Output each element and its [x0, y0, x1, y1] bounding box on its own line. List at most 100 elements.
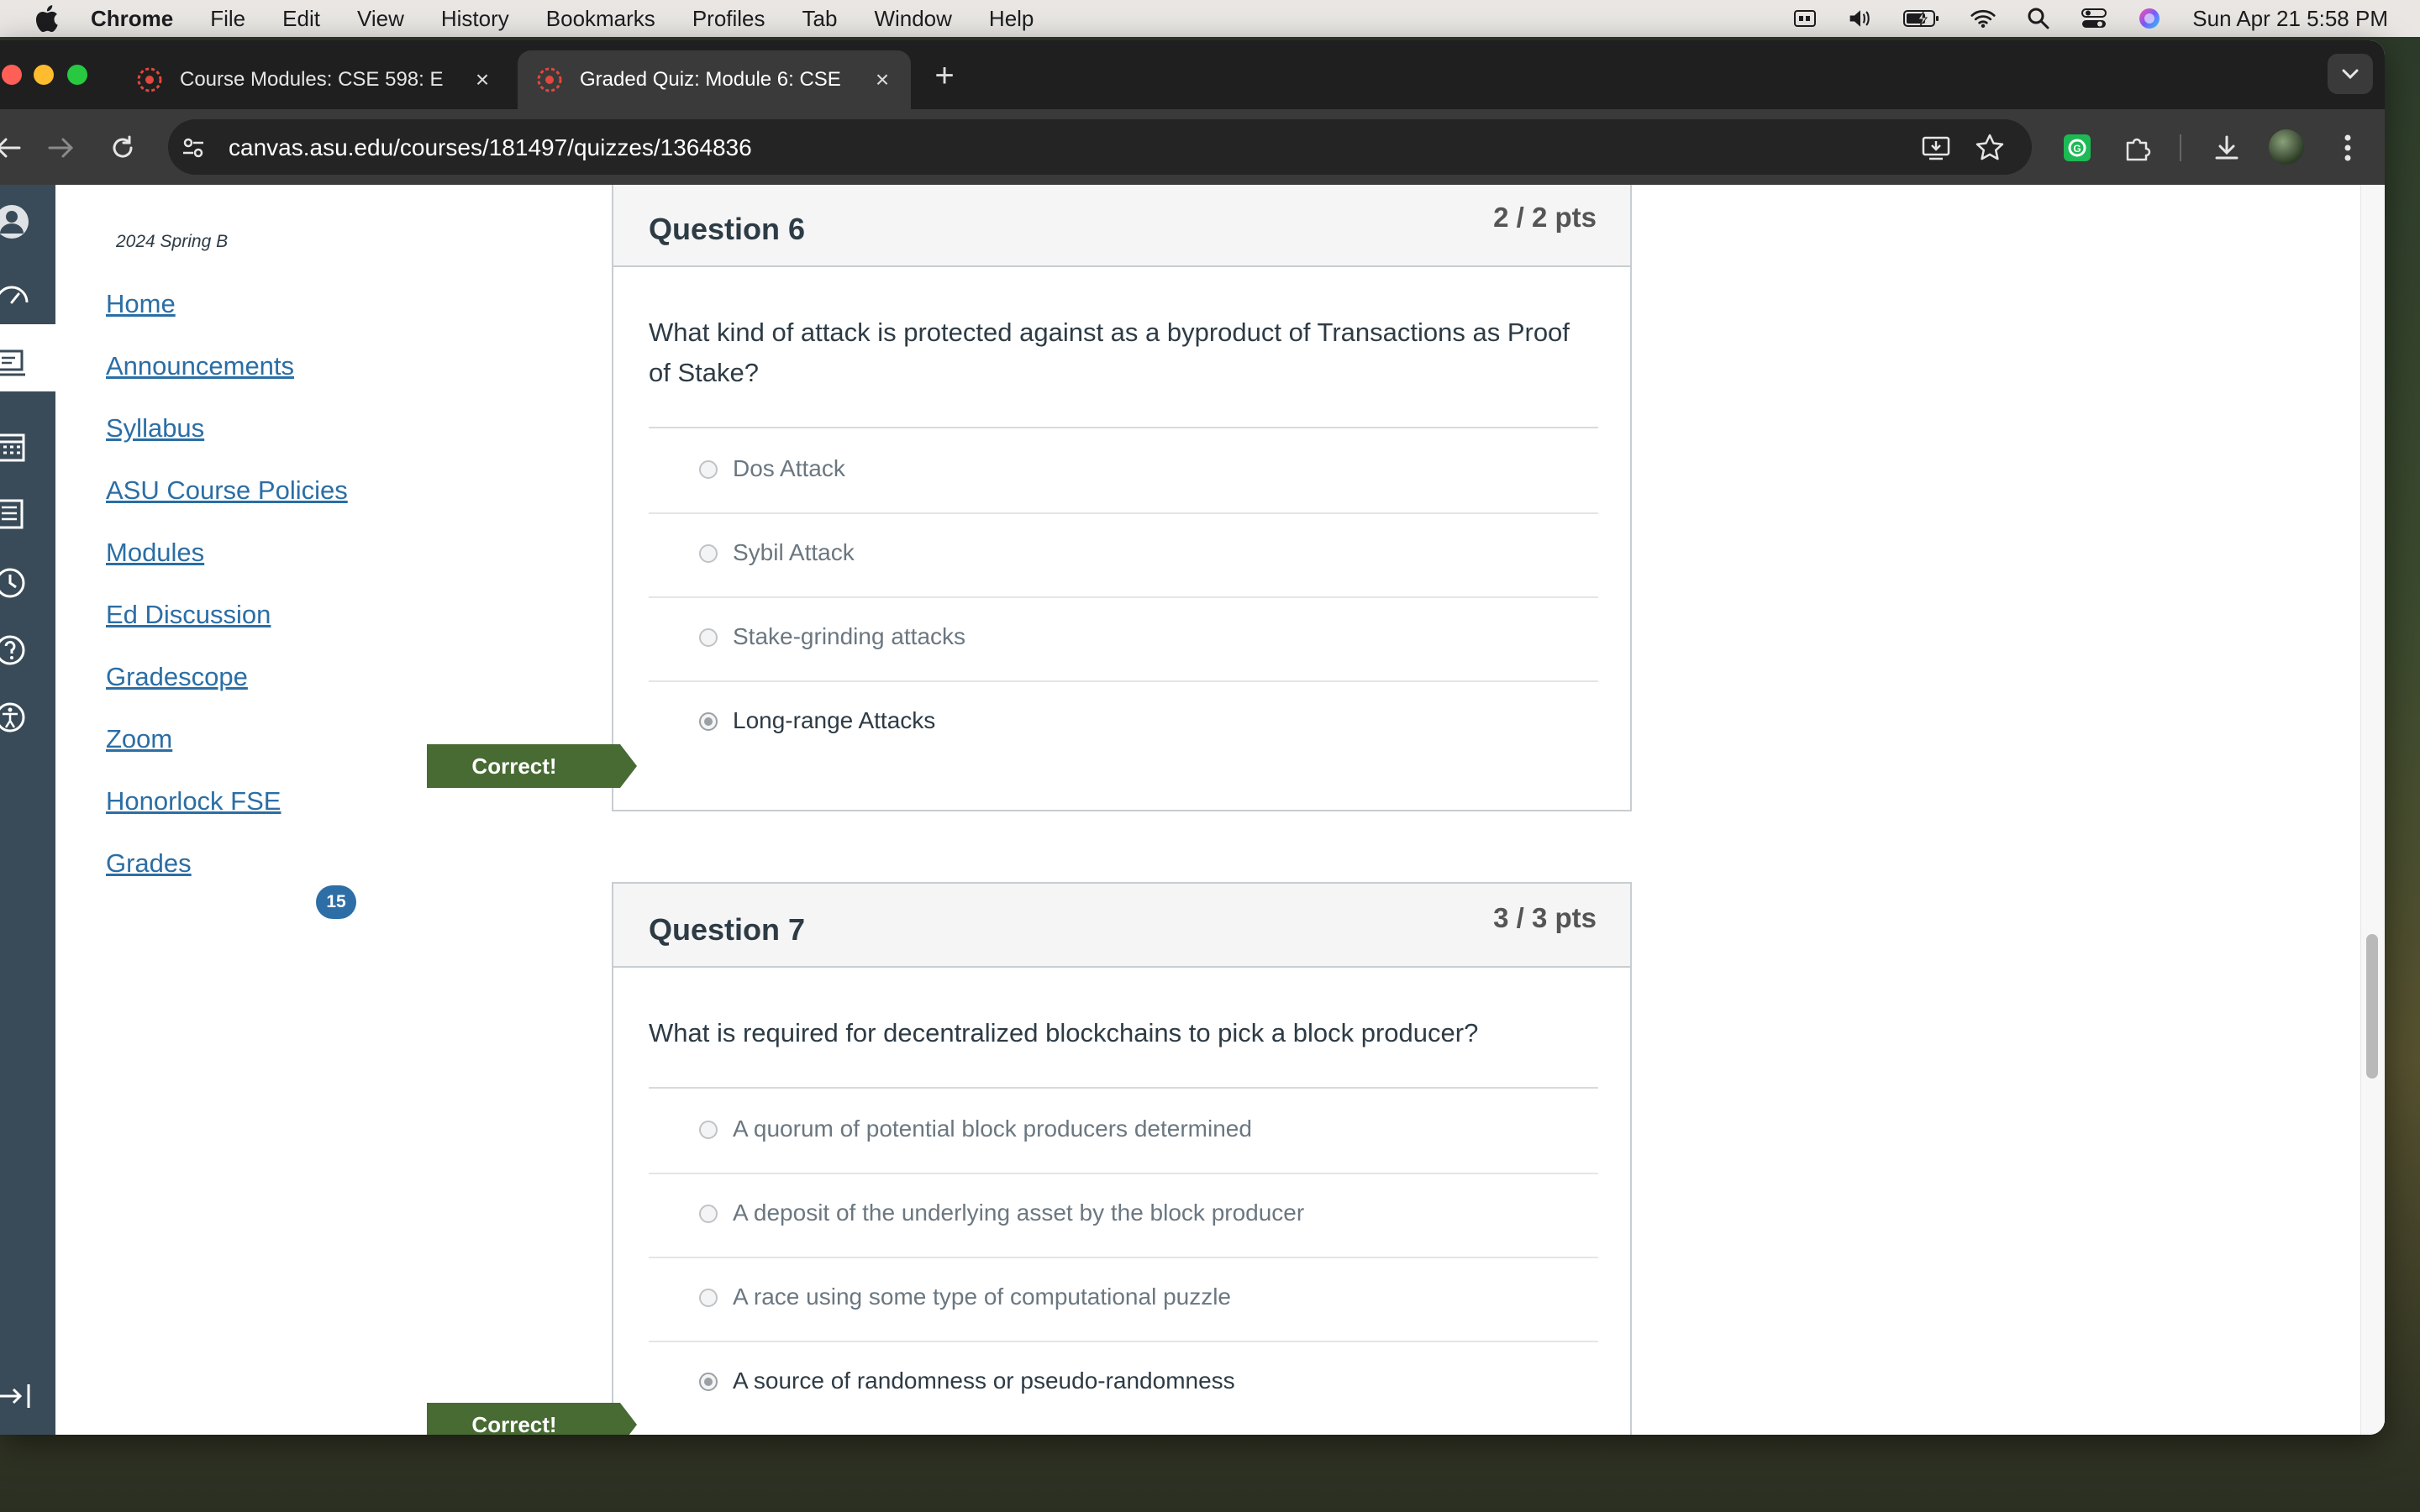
macos-menubar: Chrome File Edit View History Bookmarks …: [0, 0, 2420, 37]
radio-button[interactable]: [699, 1121, 718, 1139]
bookmark-star-icon[interactable]: [1975, 133, 2005, 163]
close-tab-icon[interactable]: ×: [871, 66, 894, 92]
nav-link-home[interactable]: Home: [106, 289, 176, 319]
forward-arrow-icon: [48, 138, 74, 158]
radio-button[interactable]: [699, 1205, 718, 1223]
answer-option[interactable]: Sybil Attack: [649, 512, 1598, 598]
menu-history[interactable]: History: [441, 6, 509, 32]
menu-window[interactable]: Window: [874, 6, 951, 32]
grades-count-badge: 15: [316, 885, 356, 919]
nav-link-course-policies[interactable]: ASU Course Policies: [106, 475, 348, 506]
browser-toolbar: canvas.asu.edu/courses/181497/quizzes/13…: [0, 109, 2385, 185]
canvas-logo-icon: [537, 67, 562, 92]
tab-title: Graded Quiz: Module 6: CSE: [580, 68, 841, 91]
zoom-window-button[interactable]: [67, 65, 87, 85]
history-icon[interactable]: [0, 564, 34, 601]
new-tab-button[interactable]: +: [928, 59, 961, 92]
inbox-icon[interactable]: [0, 496, 34, 533]
nav-link-syllabus[interactable]: Syllabus: [106, 413, 204, 444]
answer-option[interactable]: Dos Attack: [649, 428, 1598, 514]
accessibility-icon[interactable]: [0, 699, 34, 736]
question-points: 2 / 2 pts: [1493, 202, 1597, 233]
radio-button[interactable]: [699, 544, 718, 563]
answer-option[interactable]: Stake-grinding attacks: [649, 596, 1598, 682]
canvas-logo-icon: [137, 67, 162, 92]
question-header: Question 6 2 / 2 pts: [613, 185, 1630, 267]
radio-button-selected[interactable]: [699, 1373, 718, 1391]
question-header: Question 7 3 / 3 pts: [613, 884, 1630, 968]
radio-button[interactable]: [699, 628, 718, 647]
address-bar[interactable]: canvas.asu.edu/courses/181497/quizzes/13…: [168, 119, 2032, 175]
extensions-puzzle-icon[interactable]: [2121, 131, 2154, 165]
downloads-icon[interactable]: [2210, 131, 2244, 165]
close-window-button[interactable]: [2, 65, 22, 85]
install-app-icon[interactable]: [1921, 133, 1951, 163]
apple-icon[interactable]: [34, 5, 59, 32]
help-icon[interactable]: [0, 632, 34, 669]
answer-text: A quorum of potential block producers de…: [733, 1116, 1252, 1142]
tab-search-button[interactable]: [2328, 54, 2373, 94]
menubar-clock[interactable]: Sun Apr 21 5:58 PM: [2192, 6, 2388, 32]
menu-help[interactable]: Help: [989, 6, 1034, 32]
caption-icon[interactable]: [1792, 7, 1818, 30]
close-tab-icon[interactable]: ×: [471, 66, 494, 92]
menu-view[interactable]: View: [357, 6, 404, 32]
back-button[interactable]: [0, 131, 25, 165]
url-text[interactable]: canvas.asu.edu/courses/181497/quizzes/13…: [229, 134, 752, 161]
profile-avatar[interactable]: [2269, 129, 2304, 165]
reload-icon: [113, 135, 133, 158]
nav-link-ed-discussion[interactable]: Ed Discussion: [106, 600, 271, 630]
spotlight-search-icon[interactable]: [2026, 7, 2051, 30]
extension-grammar-icon[interactable]: G: [2060, 131, 2094, 165]
site-info-icon[interactable]: [180, 134, 207, 161]
menu-file[interactable]: File: [210, 6, 245, 32]
quiz-question: Question 6 2 / 2 pts What kind of attack…: [612, 185, 1632, 811]
radio-button-selected[interactable]: [699, 712, 718, 731]
answer-text: Sybil Attack: [733, 539, 855, 565]
nav-link-zoom[interactable]: Zoom: [106, 724, 172, 754]
correct-answer-flag: Correct!: [427, 744, 637, 788]
menu-app-name[interactable]: Chrome: [91, 6, 173, 32]
tab-course-modules[interactable]: Course Modules: CSE 598: E ×: [118, 50, 504, 109]
question-text: What is required for decentralized block…: [649, 1018, 1479, 1047]
courses-icon[interactable]: [0, 344, 34, 381]
chrome-menu-icon[interactable]: [2331, 131, 2365, 165]
page-scrollbar[interactable]: [2360, 185, 2385, 1435]
calendar-icon[interactable]: [0, 428, 34, 465]
nav-link-modules[interactable]: Modules: [106, 538, 204, 568]
menu-bookmarks[interactable]: Bookmarks: [546, 6, 655, 32]
radio-button[interactable]: [699, 460, 718, 479]
menu-profiles[interactable]: Profiles: [692, 6, 765, 32]
account-icon[interactable]: [0, 203, 34, 240]
scrollbar-thumb[interactable]: [2366, 934, 2378, 1079]
menu-tab[interactable]: Tab: [802, 6, 838, 32]
chevron-down-icon: [2342, 69, 2359, 80]
global-navigation: [0, 185, 55, 1435]
battery-icon[interactable]: [1903, 7, 1940, 30]
nav-link-gradescope[interactable]: Gradescope: [106, 662, 248, 692]
menu-edit[interactable]: Edit: [282, 6, 320, 32]
reload-button[interactable]: [106, 131, 139, 165]
answer-option[interactable]: A source of randomness or pseudo-randomn…: [649, 1341, 1598, 1425]
nav-link-grades[interactable]: Grades: [106, 848, 192, 879]
answer-option[interactable]: Long-range Attacks: [649, 680, 1598, 764]
nav-link-announcements[interactable]: Announcements: [106, 351, 294, 381]
collapse-nav-icon[interactable]: [0, 1378, 34, 1415]
answer-option[interactable]: A deposit of the underlying asset by the…: [649, 1173, 1598, 1258]
nav-link-honorlock[interactable]: Honorlock FSE: [106, 786, 281, 816]
wifi-icon[interactable]: [1970, 7, 1996, 30]
correct-answer-flag: Correct!: [427, 1403, 637, 1435]
answer-option[interactable]: A quorum of potential block producers de…: [649, 1089, 1598, 1174]
radio-button[interactable]: [699, 1289, 718, 1307]
answer-text: A source of randomness or pseudo-randomn…: [733, 1368, 1235, 1394]
volume-icon[interactable]: [1848, 7, 1873, 30]
tab-graded-quiz[interactable]: Graded Quiz: Module 6: CSE ×: [518, 50, 911, 109]
answer-option[interactable]: A race using some type of computational …: [649, 1257, 1598, 1342]
canvas-page: 2024 Spring B Home Announcements Syllabu…: [0, 185, 2385, 1435]
svg-text:G: G: [2073, 143, 2081, 155]
minimize-window-button[interactable]: [34, 65, 54, 85]
forward-button[interactable]: [44, 131, 77, 165]
control-center-icon[interactable]: [2081, 7, 2107, 30]
dashboard-icon[interactable]: [0, 277, 34, 314]
siri-icon[interactable]: [2137, 7, 2162, 30]
